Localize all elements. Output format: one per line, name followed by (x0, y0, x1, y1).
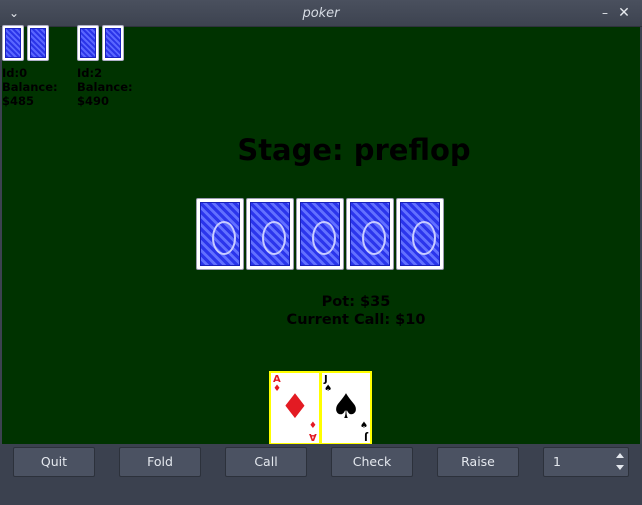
opponent-id: Id:0 (2, 66, 28, 80)
arrow-down-icon[interactable] (616, 465, 624, 470)
diamond-icon: ♦ (279, 387, 311, 427)
opponent-info: Id:2 Balance: $490 (77, 66, 133, 108)
fold-button[interactable]: Fold (119, 447, 201, 477)
poker-window: ⌄ poker – ✕ Id:0 Balance: $485 Id:2 Bala… (0, 0, 642, 505)
pot-label: Pot: $35 (321, 294, 391, 310)
minimize-icon[interactable]: – (598, 0, 612, 26)
hand-card-ace-diamonds[interactable]: A ♦ ♦ ♦ A (269, 371, 321, 445)
board-card (296, 198, 344, 270)
opponent-balance-label: Balance: (2, 80, 58, 94)
raise-button[interactable]: Raise (437, 447, 519, 477)
opponent-info: Id:0 Balance: $485 (2, 66, 58, 108)
controls-bar: Quit Fold Call Check Raise 1 (0, 444, 642, 505)
title-bar[interactable]: ⌄ poker – ✕ (0, 0, 642, 27)
card-back (27, 25, 49, 61)
card-suit-small: ♠ (359, 421, 368, 431)
board-card (396, 198, 444, 270)
card-rank: J (364, 431, 368, 442)
call-button[interactable]: Call (225, 447, 307, 477)
raise-amount-spinbox[interactable]: 1 (543, 447, 629, 477)
current-call-label: Current Call: $10 (286, 312, 426, 328)
arrow-up-icon[interactable] (616, 453, 624, 458)
card-back (77, 25, 99, 61)
opponent-balance: $485 (2, 94, 35, 108)
window-title: poker (302, 6, 340, 21)
board-card (196, 198, 244, 270)
check-button[interactable]: Check (331, 447, 413, 477)
card-back (102, 25, 124, 61)
spinbox-arrows[interactable] (612, 448, 628, 476)
board-card (346, 198, 394, 270)
opponent-id: Id:2 (77, 66, 103, 80)
pot-info: Pot: $35 Current Call: $10 (2, 293, 640, 329)
card-suit-small: ♦ (308, 421, 317, 431)
hand-card-jack-spades[interactable]: J ♠ ♠ ♠ J (320, 371, 372, 445)
close-icon[interactable]: ✕ (616, 0, 632, 26)
card-back (2, 25, 24, 61)
spade-icon: ♠ (330, 387, 362, 427)
opponent-balance: $490 (77, 94, 110, 108)
opponent-balance-label: Balance: (77, 80, 133, 94)
quit-button[interactable]: Quit (13, 447, 95, 477)
board-card (246, 198, 294, 270)
raise-amount-value[interactable]: 1 (553, 448, 561, 476)
stage-label: Stage: preflop (237, 133, 471, 167)
poker-table: Id:0 Balance: $485 Id:2 Balance: $490 St… (2, 25, 640, 445)
card-rank: A (309, 431, 317, 442)
